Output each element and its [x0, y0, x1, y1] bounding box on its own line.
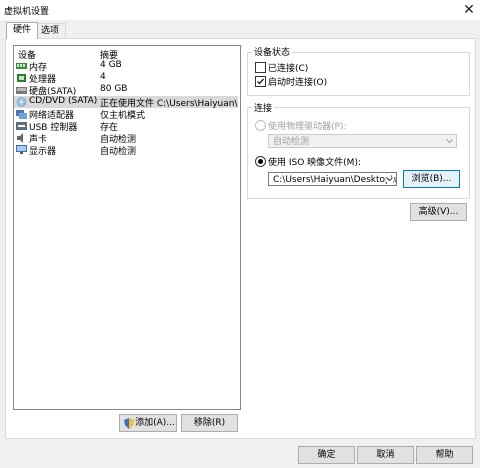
add-device-button[interactable]: 添加(A)...: [119, 414, 177, 432]
device-status-legend: 设备状态: [252, 45, 293, 58]
display-icon: [16, 145, 27, 154]
device-summary: 自动检测: [100, 147, 137, 157]
advanced-button[interactable]: 高级(V)...: [410, 203, 467, 221]
device-summary: 4 GB: [100, 60, 122, 70]
memory-icon: [16, 63, 27, 69]
title-bar: [0, 0, 480, 20]
ok-button[interactable]: 确定: [298, 446, 355, 464]
browse-button[interactable]: 浏览(B)...: [403, 170, 460, 188]
remove-device-button[interactable]: 移除(R): [181, 414, 238, 432]
iso-image-radio[interactable]: [255, 156, 266, 167]
connection-legend: 连接: [252, 101, 275, 114]
checkmark-icon: [257, 78, 264, 85]
device-row-sound-card[interactable]: 声卡 自动检测: [14, 132, 238, 145]
device-row-usb-controller[interactable]: USB 控制器 存在: [14, 120, 238, 133]
radio-dot: [258, 159, 263, 164]
physical-drive-select[interactable]: 自动检测: [268, 134, 457, 148]
device-row-processor[interactable]: 处理器 4: [14, 72, 238, 85]
iso-image-label[interactable]: 使用 ISO 映像文件(M):: [268, 155, 361, 168]
tab-hardware[interactable]: 硬件: [6, 22, 39, 39]
device-summary: 80 GB: [100, 84, 128, 94]
cd-dvd-icon: [16, 97, 27, 107]
processor-icon: [17, 74, 26, 82]
sound-card-icon: [17, 133, 23, 143]
window-title: 虚拟机设置: [4, 7, 50, 17]
network-adapter-icon: [16, 110, 27, 119]
device-row-hard-disk[interactable]: 硬盘(SATA) 80 GB: [14, 84, 238, 97]
add-device-button-label: 添加(A)...: [135, 418, 175, 428]
device-row-memory[interactable]: 内存 4 GB: [14, 60, 238, 73]
connected-label[interactable]: 已连接(C): [268, 61, 308, 74]
chevron-down-icon: [386, 177, 393, 182]
chevron-down-icon: [446, 139, 453, 144]
tab-options[interactable]: 选项: [34, 23, 67, 39]
shield-icon: [124, 418, 134, 429]
cancel-button[interactable]: 取消: [357, 446, 414, 464]
connect-at-poweron-checkbox[interactable]: [255, 76, 266, 87]
iso-path-combo[interactable]: C:\Users\Haiyuan\Desktop\un: [268, 172, 397, 186]
device-row-network-adapter[interactable]: 网络适配器 仅主机模式: [14, 108, 238, 121]
help-button[interactable]: 帮助: [416, 446, 473, 464]
device-row-cd-dvd[interactable]: CD/DVD (SATA) 正在使用文件 C:\Users\Haiyuan\..…: [14, 96, 238, 109]
device-status-group: [247, 52, 470, 96]
connected-checkbox[interactable]: [255, 62, 266, 73]
hard-disk-icon: [16, 87, 27, 94]
device-name: CD/DVD (SATA): [29, 96, 98, 106]
physical-drive-value: 自动检测: [273, 137, 310, 147]
device-row-display[interactable]: 显示器 自动检测: [14, 144, 238, 157]
connect-at-poweron-label[interactable]: 启动时连接(O): [268, 75, 327, 88]
close-icon[interactable]: ✕: [458, 0, 480, 20]
iso-path-value: C:\Users\Haiyuan\Desktop\un: [273, 175, 397, 185]
device-summary: 4: [100, 72, 106, 82]
physical-drive-radio[interactable]: [255, 120, 266, 131]
physical-drive-label[interactable]: 使用物理驱动器(P):: [268, 119, 346, 132]
usb-controller-icon: [16, 122, 27, 130]
device-name: 显示器: [29, 147, 57, 157]
